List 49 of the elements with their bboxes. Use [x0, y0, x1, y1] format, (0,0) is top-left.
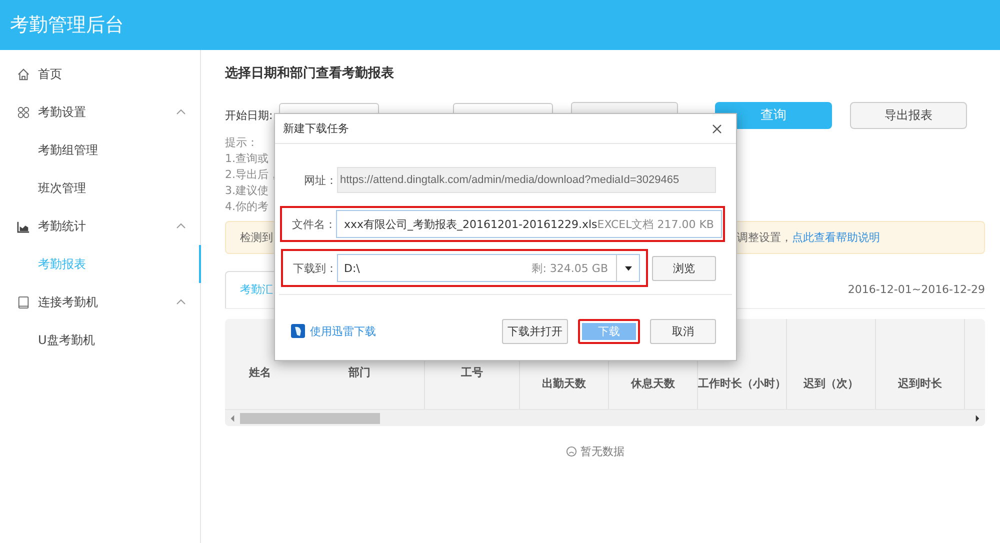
tip-text: 提示： [225, 135, 258, 151]
right-arrow-icon [975, 414, 980, 422]
section-title: 选择日期和部门查看考勤报表 [225, 64, 395, 83]
sad-face-icon [566, 446, 576, 457]
bird-icon [291, 324, 305, 338]
scrollbar[interactable] [225, 409, 985, 426]
column-header: 出勤天数 [542, 376, 586, 390]
column-header: 迟到时长 [898, 376, 942, 390]
sidebar-item[interactable]: 首页 [0, 55, 200, 93]
dropdown-icon [624, 266, 632, 270]
home-icon [17, 68, 30, 80]
column-header: 部门 [348, 365, 370, 380]
notice-text: 调整设置， [737, 231, 792, 244]
column-header: 迟到（次） [804, 376, 858, 390]
sidebar-subitem[interactable]: 班次管理 [0, 169, 200, 207]
sidebar-subitem[interactable]: U盘考勤机 [0, 321, 200, 359]
column-header: 姓名 [249, 365, 271, 380]
tablet-icon [17, 296, 30, 308]
path-dropdown[interactable]: D:\ 剩: 324.05 GB [337, 254, 640, 282]
filename-field[interactable]: xxx有限公司_考勤报表_20161201-20161229.xlsEXCEL文档 217.00 KB [336, 210, 722, 238]
dialog-button[interactable]: 下载并打开 [502, 318, 568, 344]
column-header: 工作时长（小时） [698, 376, 786, 390]
tip-text: 3.建议使 [225, 183, 268, 199]
notice-text: 检测到 [240, 230, 273, 245]
date-range: 2016-12-01~2016-12-29 [848, 282, 985, 296]
tip-text: 4.你的考 [225, 199, 268, 215]
sidebar-item[interactable]: 连接考勤机 [0, 283, 200, 321]
filter-label: 开始日期: [225, 108, 274, 122]
browse-button[interactable]: 浏览 [652, 256, 716, 280]
app-title: 考勤管理后台 [10, 13, 124, 38]
chart-icon [17, 220, 30, 232]
dialog-title: 新建下载任务 [283, 121, 349, 136]
field-label: 网址： [303, 172, 337, 188]
close-icon[interactable] [712, 124, 722, 134]
column-header: 休息天数 [631, 376, 675, 390]
export-button[interactable]: 导出报表 [850, 102, 967, 128]
xunlei-link[interactable]: 使用迅雷下载 [310, 324, 376, 338]
scroll-thumb[interactable] [240, 412, 380, 424]
sidebar-subitem[interactable]: 考勤组管理 [0, 131, 200, 169]
left-arrow-icon [230, 414, 235, 422]
column-header: 工号 [461, 365, 483, 380]
tip-text: 1.查询或 [225, 151, 268, 167]
field-label: 文件名： [291, 216, 336, 232]
sidebar-item[interactable]: 考勤设置 [0, 93, 200, 131]
url-field: https://attend.dingtalk.com/admin/media/download?mediaId=3029465 [337, 167, 716, 193]
sidebar-item[interactable]: 考勤统计 [0, 207, 200, 245]
empty-text: 暂无数据 [580, 444, 624, 459]
dialog-button[interactable]: 取消 [650, 318, 716, 344]
group-icon [17, 106, 30, 118]
